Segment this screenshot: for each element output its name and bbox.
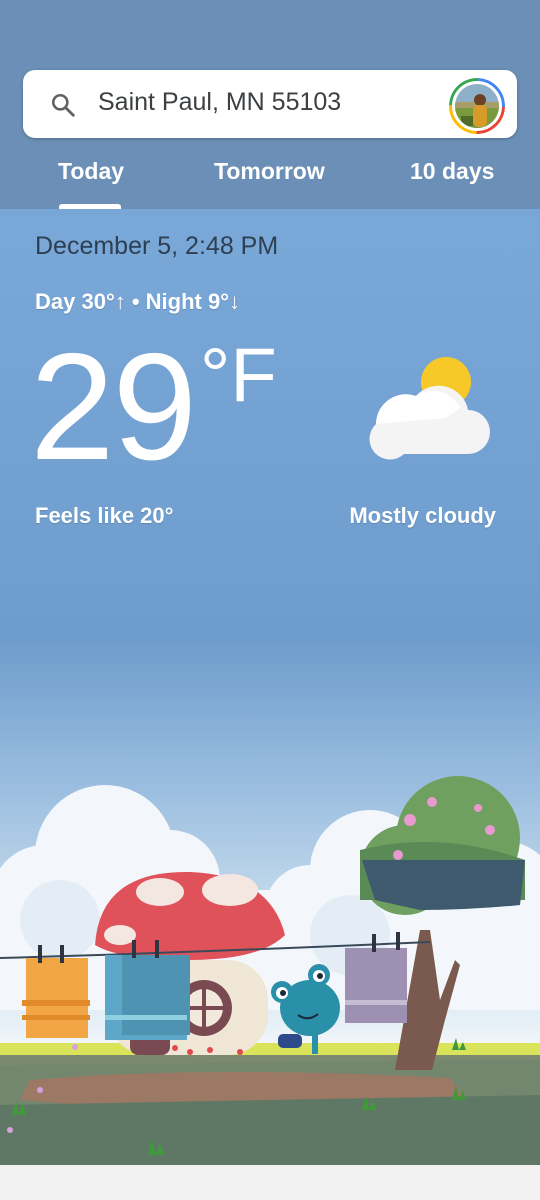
current-datetime: December 5, 2:48 PM bbox=[35, 232, 279, 260]
condition-text: Mostly cloudy bbox=[349, 503, 496, 528]
search-icon[interactable] bbox=[50, 92, 76, 118]
tab-tomorrow[interactable]: Tomorrow bbox=[214, 158, 325, 185]
search-input[interactable]: Saint Paul, MN 55103 bbox=[98, 88, 341, 117]
selected-tab-indicator bbox=[59, 204, 121, 209]
day-night-temps: Day 30°↑ • Night 9°↓ bbox=[35, 289, 241, 314]
tab-10-days[interactable]: 10 days bbox=[410, 158, 494, 185]
tab-today[interactable]: Today bbox=[58, 158, 124, 185]
mostly-cloudy-icon bbox=[369, 357, 490, 460]
feels-like: Feels like 20° bbox=[35, 503, 174, 528]
weather-illustration bbox=[0, 776, 540, 1165]
temperature-unit: °F bbox=[200, 333, 277, 418]
weather-screen: Saint Paul, MN 55103 Today Tomorrow 10 d… bbox=[0, 0, 540, 1165]
account-avatar[interactable] bbox=[449, 78, 505, 134]
current-temperature: 29 bbox=[30, 322, 197, 492]
